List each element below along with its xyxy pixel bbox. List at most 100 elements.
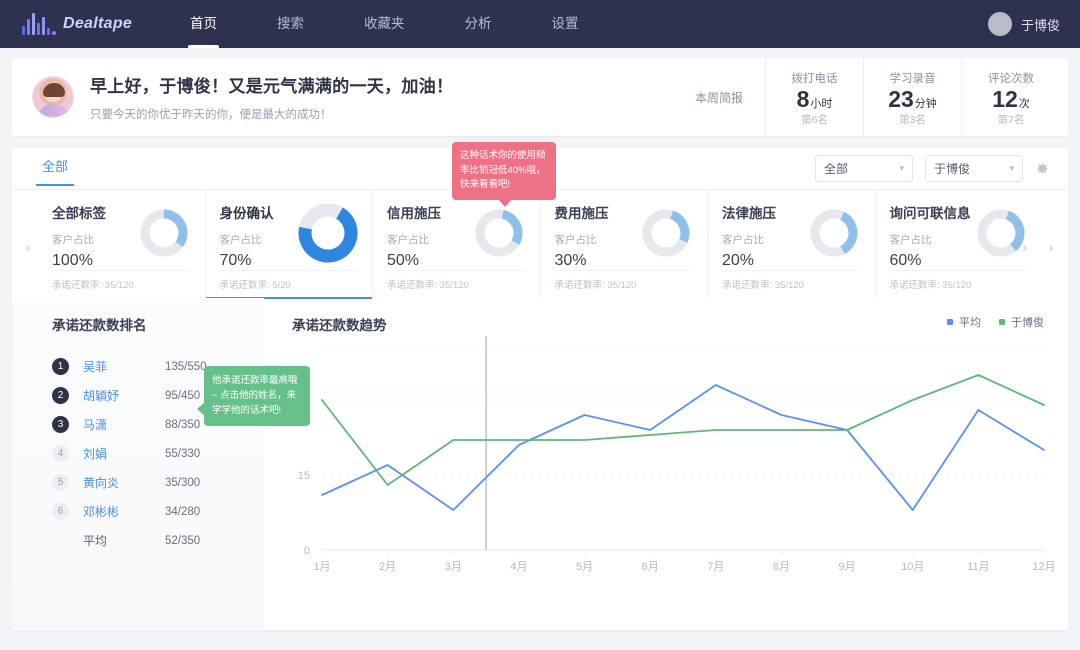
tag-card-fee-pressure[interactable]: 费用施压 客户占比 30% 承诺还数率: 35/120: [541, 190, 708, 298]
tag-card-all[interactable]: 全部标签 客户占比 100% 承诺还数率: 35/120: [38, 190, 206, 298]
tag-card-footer: 承诺还数率: 35/120: [889, 270, 1028, 291]
user-name: 于博俊: [1020, 17, 1060, 33]
gear-icon[interactable]: [1035, 161, 1050, 176]
kpi-comments-rank: 第7名: [997, 114, 1025, 126]
rank-person-name[interactable]: 邓彬彬: [83, 503, 165, 520]
brand-logo[interactable]: Dealtape: [0, 13, 150, 35]
tag-card-foot-value: 5/20: [272, 280, 291, 291]
tag-card-footer: 承诺还数率: 35/120: [722, 270, 861, 291]
legend-item-user[interactable]: 于博俊: [999, 314, 1044, 330]
rank-value: 52/350: [165, 534, 201, 547]
dashboard-page: Dealtape 首页 搜索 收藏夹 分析 设置 于博俊 早上好，于博俊！又是元…: [0, 0, 1080, 650]
ranking-row[interactable]: 6 邓彬彬 34/280: [52, 497, 264, 526]
legend-dot-icon: [999, 319, 1005, 325]
donut-chart-icon: [810, 209, 857, 257]
rank-badge: 4: [52, 445, 69, 462]
rank-badge: 5: [52, 474, 69, 491]
trend-chart: 承诺还款数趋势 平均 于博俊 015301月2月3月4月5月6月7月8月9月10…: [264, 298, 1068, 628]
rank-badge: 1: [52, 358, 69, 375]
nav-item-analytics[interactable]: 分析: [435, 0, 522, 48]
rank-value: 35/300: [165, 476, 201, 489]
tag-card-foot-value: 35/120: [607, 280, 637, 291]
ranking-title: 承诺还款数排名: [52, 318, 147, 333]
rank-value: 34/280: [165, 505, 201, 518]
user-menu[interactable]: 于博俊: [987, 0, 1060, 48]
panel-toolbar: 全部 这种话术你的使用频率比销冠低40%哦，快来看看吧! 全部 ▾ 于博俊 ▾: [12, 142, 1068, 208]
x-axis-tick-label: 3月: [445, 561, 462, 573]
tag-card-footer: 承诺还数率: 35/120: [52, 270, 191, 291]
tag-card-contact-info[interactable]: 询问可联信息 客户占比 60% 承诺还数率: 35/120: [876, 190, 1043, 298]
tag-card-foot-value: 35/120: [774, 280, 804, 291]
rank-person-name[interactable]: 马潇: [83, 416, 165, 433]
chart-series-line-2: [321, 374, 1045, 486]
carousel-next-icon[interactable]: ›: [1044, 238, 1058, 256]
tag-cards-carousel: ‹ › › 全部标签 客户占比 100% 承诺还数率: 35/120 身份确认 …: [12, 190, 1068, 299]
rank-person-name: 平均: [83, 534, 108, 548]
kpi-comments-name: 评论次数: [988, 73, 1034, 85]
x-axis-tick-label: 4月: [510, 561, 527, 573]
x-axis-tick-label: 12月: [1032, 561, 1055, 573]
chart-series-line-1: [321, 384, 1045, 511]
x-axis-tick-label: 10月: [901, 561, 924, 573]
x-axis-tick-label: 1月: [313, 561, 330, 573]
chevron-down-icon: ▾: [899, 163, 904, 173]
greeting-bar: 早上好，于博俊！又是元气满满的一天，加油！ 只要今天的你优于昨天的你，便是最大的…: [12, 58, 1068, 136]
rank-value: 55/330: [165, 447, 201, 460]
tag-card-foot-label: 承诺还数率:: [387, 280, 438, 291]
tag-card-footer: 承诺还数率: 35/120: [387, 270, 526, 291]
rank-badge: 2: [52, 387, 69, 404]
legend-label: 于博俊: [1011, 317, 1044, 329]
tag-card-footer: 承诺还数率: 35/120: [554, 270, 693, 291]
weekly-summary: 本周简报 拨打电话 8小时 第6名 学习录音 23分钟 第3名 评论次数 12次…: [673, 58, 1068, 136]
rank-person-name[interactable]: 刘娟: [83, 445, 165, 462]
scope-select[interactable]: 全部 ▾: [815, 155, 913, 182]
carousel-prev-icon[interactable]: ‹: [21, 238, 35, 256]
ranking-row[interactable]: 5 黄向炎 35/300: [52, 468, 264, 497]
tag-card-foot-label: 承诺还数率:: [219, 280, 270, 291]
donut-chart-icon: [298, 203, 358, 263]
kpi-comments-unit: 次: [1018, 97, 1030, 110]
greeting-texts: 早上好，于博俊！又是元气满满的一天，加油！ 只要今天的你优于昨天的你，便是最大的…: [90, 72, 453, 122]
chevron-down-icon: ▾: [1009, 163, 1014, 173]
tag-card-foot-label: 承诺还数率:: [52, 280, 103, 291]
chart-title: 承诺还款数趋势: [292, 318, 387, 333]
rank-person-name[interactable]: 黄向炎: [83, 474, 165, 491]
user-select[interactable]: 于博俊 ▾: [925, 155, 1023, 182]
greeting-left: 早上好，于博俊！又是元气满满的一天，加油！ 只要今天的你优于昨天的你，便是最大的…: [12, 72, 673, 122]
nav-item-favorites[interactable]: 收藏夹: [334, 0, 435, 48]
kpi-calls-unit: 小时: [810, 97, 833, 110]
tag-card-identity[interactable]: 身份确认 客户占比 70% 承诺还数率: 5/20: [205, 190, 373, 299]
rank-person-name[interactable]: 胡穎妤: [83, 387, 165, 404]
tooltip-script-usage: 这种话术你的使用频率比销冠低40%哦，快来看看吧!: [452, 142, 556, 208]
legend-item-average[interactable]: 平均: [947, 314, 981, 330]
greeting-subtitle: 只要今天的你优于昨天的你，便是最大的成功！: [90, 109, 332, 121]
kpi-study-value: 23分钟: [864, 87, 961, 111]
filter-controls: 全部 ▾ 于博俊 ▾: [815, 155, 1050, 182]
kpi-comments-value: 12次: [962, 87, 1060, 111]
y-axis-tick-label: 15: [298, 470, 310, 482]
rank-person-name[interactable]: 吴菲: [83, 358, 165, 375]
kpi-calls: 拨打电话 8小时 第6名: [766, 58, 864, 136]
donut-chart-icon: [642, 209, 690, 257]
tag-card-legal-pressure[interactable]: 法律施压 客户占比 20% 承诺还数率: 35/120: [708, 190, 876, 298]
nav-item-search[interactable]: 搜索: [247, 0, 334, 48]
x-axis-tick-label: 8月: [773, 561, 790, 573]
tag-cards: 全部标签 客户占比 100% 承诺还数率: 35/120 身份确认 客户占比 7…: [38, 190, 1043, 299]
rank-value: 88/350: [165, 418, 201, 431]
tag-card-credit-pressure[interactable]: 信用施压 客户占比 50% 承诺还数率: 35/120: [373, 190, 541, 298]
kpi-calls-value: 8小时: [766, 87, 863, 111]
ranking-row[interactable]: 4 刘娟 55/330: [52, 439, 264, 468]
rank-badge: 3: [52, 416, 69, 433]
nav-item-settings[interactable]: 设置: [522, 0, 609, 48]
equalizer-bars-icon: [22, 13, 56, 35]
tab-all[interactable]: 全部: [35, 156, 75, 186]
brand-name: Dealtape: [63, 15, 133, 32]
tag-card-foot-label: 承诺还数率:: [722, 280, 773, 291]
greeting-title: 早上好，于博俊！又是元气满满的一天，加油！: [90, 77, 454, 96]
x-axis-tick-label: 11月: [967, 561, 989, 573]
top-navigation-bar: Dealtape 首页 搜索 收藏夹 分析 设置 于博俊: [0, 0, 1080, 48]
nav-item-home[interactable]: 首页: [160, 0, 247, 48]
scope-select-value: 全部: [824, 162, 849, 176]
kpi-calls-name: 拨打电话: [791, 73, 838, 85]
weekly-summary-label: 本周简报: [673, 58, 766, 136]
